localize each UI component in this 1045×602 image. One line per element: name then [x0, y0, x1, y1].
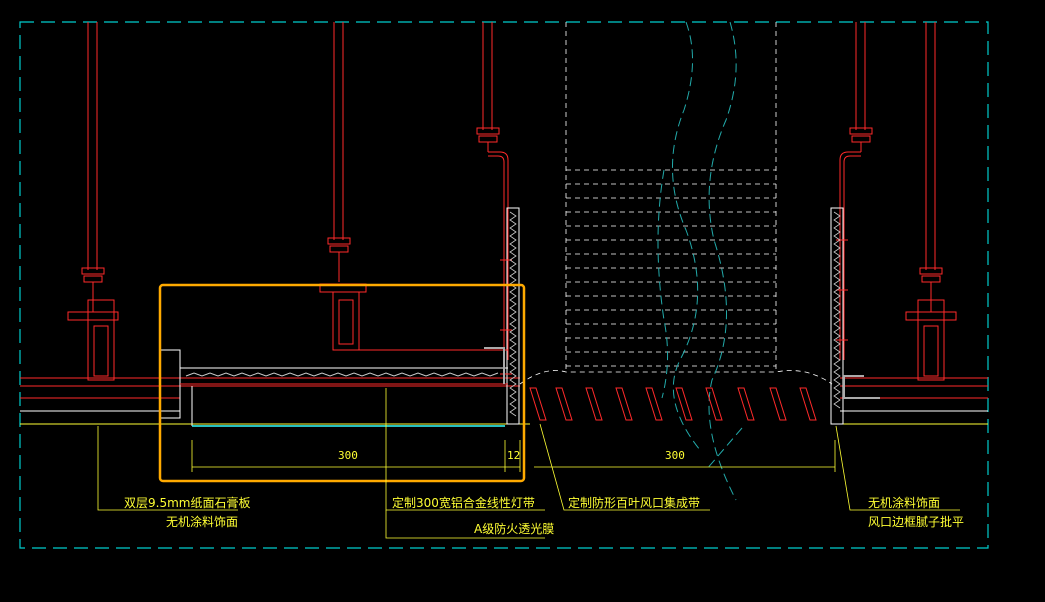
light-strip-label: 定制300宽铝合金线性灯带 — [392, 496, 535, 510]
light-strip-housing — [159, 347, 508, 427]
dim-left-300: 300 — [338, 449, 358, 462]
right-frame-label: 风口边框腻子批平 — [868, 515, 965, 529]
gypsum-finish-label: 无机涂料饰面 — [166, 515, 239, 529]
louver-blades — [529, 387, 817, 421]
left-wall-zigzag — [509, 211, 517, 417]
right-wall-zigzag — [833, 211, 841, 409]
fire-film-label: A级防火透光膜 — [474, 522, 555, 536]
air-duct — [519, 21, 833, 501]
gypsum-label: 双层9.5mm纸面石膏板 — [124, 496, 251, 510]
louver-label: 定制防形百叶风口集成带 — [568, 496, 701, 510]
cad-drawing — [19, 21, 989, 549]
right-finish-label: 无机涂料饰面 — [868, 496, 941, 510]
left-bracket — [340, 151, 520, 425]
dim-gap-12: 12 — [507, 449, 521, 462]
hanger-rods — [67, 22, 957, 381]
dim-right-300: 300 — [665, 449, 685, 462]
